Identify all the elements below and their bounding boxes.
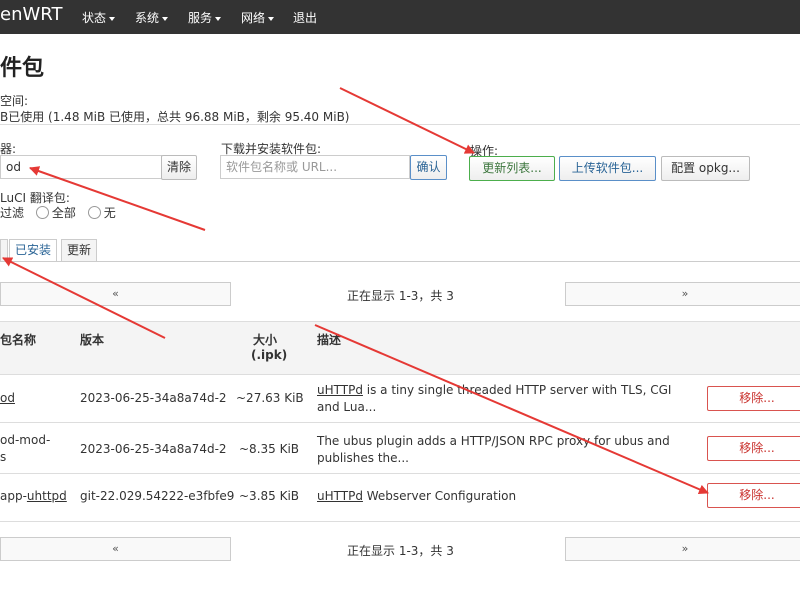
- menu-network[interactable]: 网络: [241, 9, 275, 26]
- menu-network-label: 网络: [241, 11, 266, 25]
- radio-filter-label[interactable]: 过滤: [0, 206, 24, 220]
- menu-system[interactable]: 系统: [135, 9, 169, 26]
- clear-filter-button[interactable]: 清除: [161, 155, 197, 180]
- header-version: 版本: [80, 333, 105, 347]
- tab-divider: [0, 261, 800, 262]
- pagination-status-bottom: 正在显示 1-3，共 3: [347, 544, 454, 558]
- row-divider: [0, 521, 800, 522]
- row2-version: 2023-06-25-34a8a74d-2: [80, 442, 227, 456]
- row2-package-name[interactable]: od-mod-: [0, 433, 50, 447]
- tab-installed[interactable]: 已安装: [9, 239, 58, 262]
- header-description: 描述: [317, 333, 342, 347]
- upload-package-button[interactable]: 上传软件包...: [559, 156, 656, 181]
- package-url-input[interactable]: 软件包名称或 URL...: [220, 155, 410, 179]
- row3-desc-text: Webserver Configuration: [362, 489, 517, 503]
- menu-services-label: 服务: [188, 11, 213, 25]
- menu-logout[interactable]: 退出: [293, 9, 317, 26]
- menu-status-label: 状态: [82, 11, 107, 25]
- page-title: 件包: [0, 56, 45, 81]
- remove-button[interactable]: 移除...: [707, 483, 800, 508]
- update-lists-button[interactable]: 更新列表...: [469, 156, 555, 181]
- chevron-down-icon: [109, 16, 116, 21]
- row2-size: ~8.35 KiB: [239, 442, 300, 456]
- menu-logout-label: 退出: [293, 11, 318, 25]
- row1-size: ~27.63 KiB: [236, 391, 304, 405]
- top-navbar: enWRT 状态 系统 服务 网络 退出: [0, 0, 800, 34]
- radio-circle-icon[interactable]: [35, 206, 49, 219]
- tab-updates[interactable]: 更新: [61, 239, 98, 261]
- chevron-down-icon: [162, 16, 169, 21]
- row1-desc-text: is a tiny single threaded HTTP server wi…: [317, 383, 672, 414]
- header-name: 包名称: [0, 333, 37, 347]
- row2-description: The ubus plugin adds a HTTP/JSON RPC pro…: [317, 434, 670, 465]
- next-page-button-bottom[interactable]: »: [565, 537, 800, 561]
- row3-name-link[interactable]: uhttpd: [27, 489, 67, 503]
- header-size: 大小: [253, 333, 278, 347]
- row3-version: git-22.029.54222-e3fbfe9: [80, 489, 235, 503]
- next-page-button-top[interactable]: »: [565, 282, 800, 306]
- menu-system-label: 系统: [135, 11, 160, 25]
- row1-description: uHTTPd is a tiny single threaded HTTP se…: [317, 382, 677, 416]
- row3-package-name[interactable]: app-uhttpd: [0, 489, 67, 503]
- arrow-to-update-lists: [339, 87, 475, 154]
- filter-input[interactable]: od: [0, 155, 162, 179]
- row3-description: uHTTPd Webserver Configuration: [317, 488, 677, 505]
- radio-none-label: 无: [103, 206, 116, 220]
- prev-page-button-top[interactable]: «: [0, 282, 231, 306]
- configure-opkg-button[interactable]: 配置 opkg...: [661, 156, 750, 181]
- row3-name-prefix: app-: [0, 489, 27, 503]
- remove-button[interactable]: 移除...: [707, 386, 800, 411]
- row2-package-name-cont[interactable]: s: [0, 450, 6, 464]
- translation-options: 过滤 全部 无: [0, 204, 116, 221]
- prev-page-button-bottom[interactable]: «: [0, 537, 231, 561]
- space-usage-text: B已使用 (1.48 MiB 已使用，总共 96.88 MiB，剩余 95.40…: [0, 110, 350, 124]
- radio-none[interactable]: 无: [87, 206, 116, 220]
- chevron-down-icon: [215, 16, 222, 21]
- row1-version: 2023-06-25-34a8a74d-2: [80, 391, 227, 405]
- row3-size: ~3.85 KiB: [239, 489, 300, 503]
- row-divider: [0, 422, 800, 423]
- chevron-down-icon: [268, 16, 275, 21]
- pagination-status-top: 正在显示 1-3，共 3: [347, 289, 454, 303]
- row-divider: [0, 473, 800, 474]
- table-header: [0, 321, 800, 375]
- row1-desc-link[interactable]: uHTTPd: [317, 383, 363, 397]
- radio-circle-icon[interactable]: [87, 206, 101, 219]
- menu-services[interactable]: 服务: [188, 9, 222, 26]
- remove-button[interactable]: 移除...: [707, 436, 800, 461]
- tab-available[interactable]: [0, 239, 8, 261]
- header-size-unit: (.ipk): [251, 348, 288, 362]
- brand-logo[interactable]: enWRT: [0, 4, 62, 25]
- radio-all-label: 全部: [51, 206, 76, 220]
- radio-all[interactable]: 全部: [35, 206, 76, 220]
- confirm-install-button[interactable]: 确认: [410, 155, 447, 180]
- divider: [0, 124, 800, 125]
- row3-desc-link[interactable]: uHTTPd: [317, 489, 363, 503]
- space-label: 空间:: [0, 94, 29, 108]
- row1-package-name[interactable]: od: [0, 391, 15, 405]
- menu-status[interactable]: 状态: [82, 9, 116, 26]
